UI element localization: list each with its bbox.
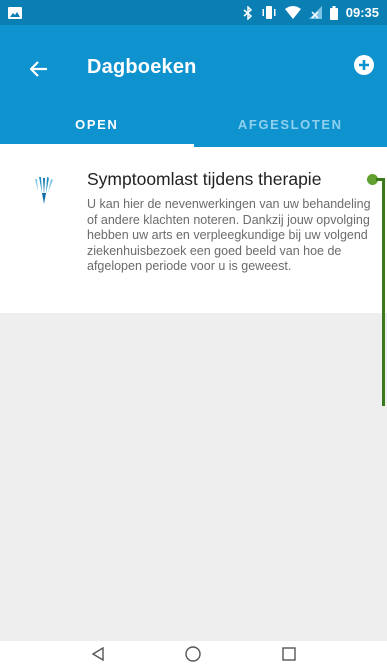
- hospital-logo-icon: [34, 177, 56, 205]
- app-bar: Dagboeken OPEN AFGESLOTEN: [0, 25, 387, 147]
- status-bar: 09:35: [0, 0, 387, 25]
- tab-open[interactable]: OPEN: [0, 102, 194, 147]
- add-diary-button[interactable]: [354, 55, 374, 75]
- nav-recents-button[interactable]: [269, 645, 309, 669]
- wifi-icon: [284, 6, 301, 19]
- callout-line: [382, 178, 385, 406]
- image-icon: [8, 6, 22, 19]
- add-circle-icon: [354, 55, 374, 79]
- recents-square-icon: [282, 647, 296, 666]
- diary-title: Symptoomlast tijdens therapie: [87, 169, 322, 189]
- home-circle-icon: [185, 646, 202, 667]
- back-button[interactable]: [24, 56, 54, 86]
- nav-back-button[interactable]: [78, 645, 118, 669]
- back-triangle-icon: [91, 646, 104, 666]
- status-time: 09:35: [345, 5, 379, 20]
- vibrate-icon: [261, 6, 277, 19]
- nav-home-button[interactable]: [173, 645, 213, 669]
- tab-afgesloten[interactable]: AFGESLOTEN: [194, 102, 387, 147]
- signal-icon: [308, 6, 322, 19]
- bluetooth-icon: [243, 5, 253, 20]
- tab-bar: OPEN AFGESLOTEN: [0, 102, 387, 147]
- diary-description: U kan hier de nevenwerkingen van uw beha…: [87, 197, 371, 273]
- arrow-left-icon: [29, 60, 48, 82]
- battery-icon: [329, 5, 338, 20]
- empty-list-area: [0, 313, 387, 641]
- page-title: Dagboeken: [87, 56, 197, 78]
- diary-list-item[interactable]: Symptoomlast tijdens therapie U kan hier…: [0, 147, 387, 313]
- navigation-bar: [0, 641, 387, 672]
